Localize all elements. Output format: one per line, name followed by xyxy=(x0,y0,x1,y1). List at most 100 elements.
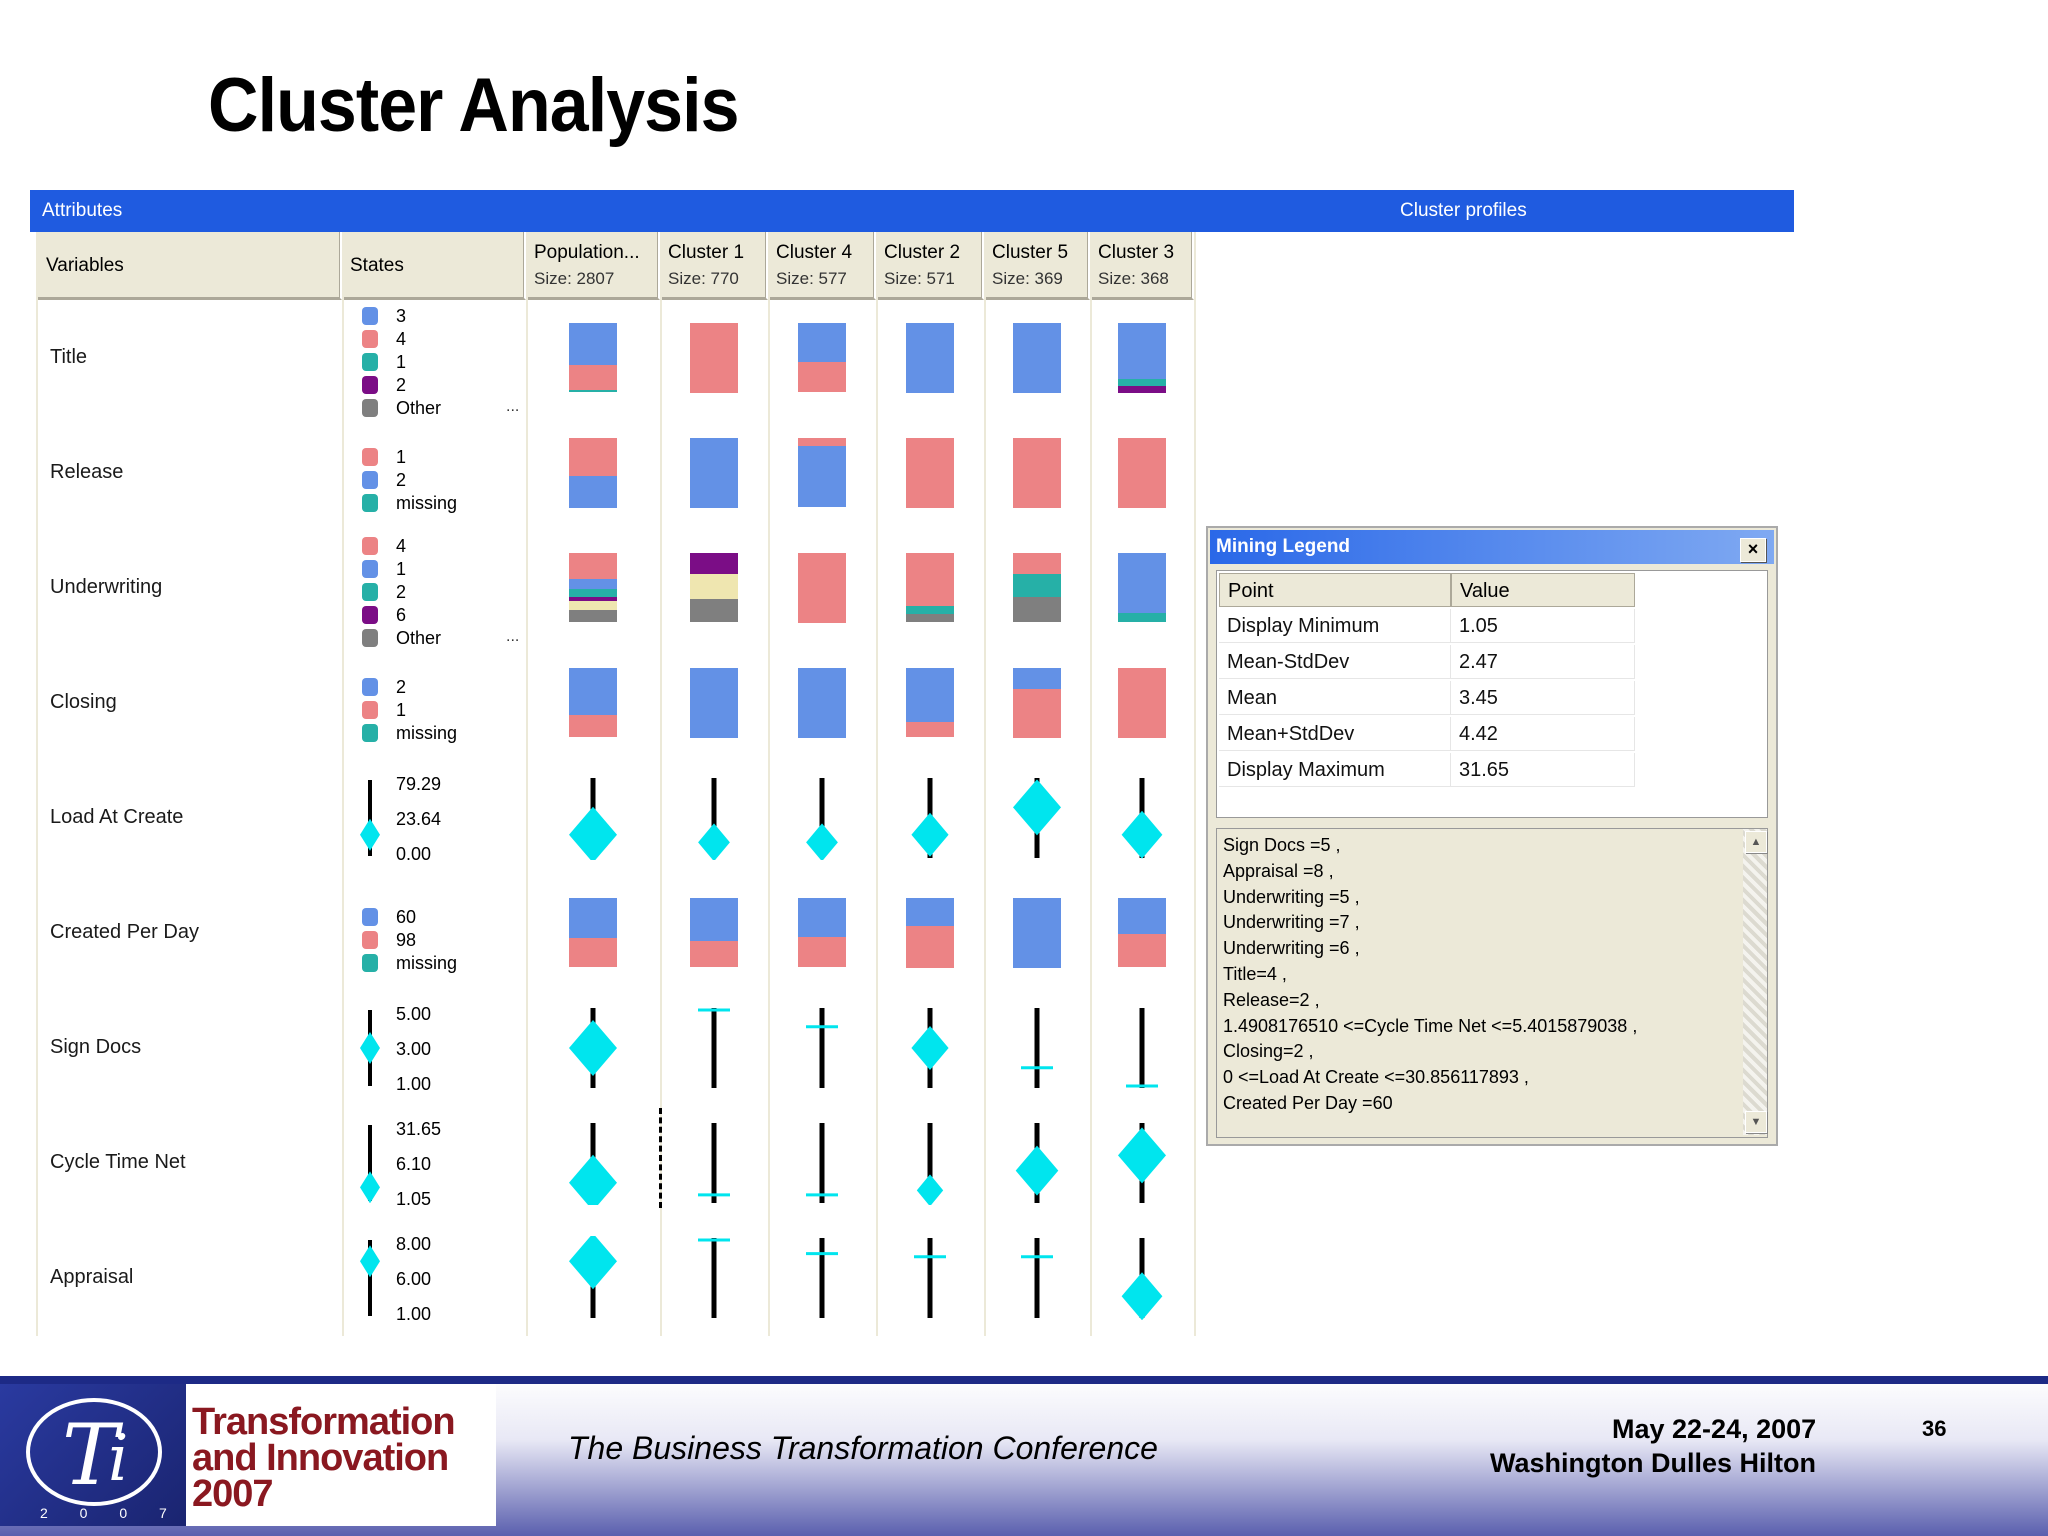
bar-segment xyxy=(690,437,738,508)
cluster-range-marker[interactable] xyxy=(1112,1236,1172,1320)
cluster-profile-bar[interactable] xyxy=(690,552,738,623)
cluster-range-marker[interactable] xyxy=(684,776,744,860)
cluster-profile-bar[interactable] xyxy=(1118,897,1166,968)
bar-segment xyxy=(1013,897,1061,968)
cluster-range-marker[interactable] xyxy=(1112,1006,1172,1090)
mining-legend-dialog[interactable]: Mining Legend × Point Value Display Mini… xyxy=(1206,526,1778,1146)
cluster-profile-bar[interactable] xyxy=(906,667,954,738)
cluster-range-marker[interactable] xyxy=(684,1236,744,1320)
state-color-swatch xyxy=(362,471,378,489)
legend-header-value[interactable]: Value xyxy=(1451,573,1635,607)
slide-title: Cluster Analysis xyxy=(208,63,740,148)
cluster-range-marker[interactable] xyxy=(792,1236,852,1320)
cluster-profile-bar[interactable] xyxy=(798,667,846,738)
column-header-states[interactable]: States xyxy=(342,232,526,300)
cluster-range-marker[interactable] xyxy=(563,1236,623,1320)
cluster-range-marker[interactable] xyxy=(1007,1006,1067,1090)
cluster-profile-bar[interactable] xyxy=(569,437,617,508)
cluster-profile-bar[interactable] xyxy=(798,897,846,968)
cluster-profile-bar[interactable] xyxy=(906,897,954,968)
close-icon: × xyxy=(1747,539,1759,559)
cluster-profile-bar[interactable] xyxy=(569,897,617,968)
mean-diamond xyxy=(911,1026,949,1070)
cluster-profile-bar[interactable] xyxy=(690,322,738,393)
cluster-profile-bar[interactable] xyxy=(690,897,738,968)
cluster-range-marker[interactable] xyxy=(900,1006,960,1090)
mean-diamond xyxy=(569,1020,617,1076)
cluster-range-marker[interactable] xyxy=(563,1006,623,1090)
mean-diamond xyxy=(911,812,949,857)
more-states-ellipsis[interactable]: ... xyxy=(506,398,519,416)
legend-value-cell: 4.42 xyxy=(1451,717,1635,751)
scrollbar[interactable]: ▲ ▼ xyxy=(1743,829,1767,1135)
cluster-range-marker[interactable] xyxy=(1007,1121,1067,1205)
state-label: 4 xyxy=(396,329,407,349)
cluster-profile-bar[interactable] xyxy=(1118,437,1166,508)
cluster-range-marker[interactable] xyxy=(1112,1121,1172,1205)
cluster-profile-bar[interactable] xyxy=(690,667,738,738)
cluster-profile-bar[interactable] xyxy=(569,322,617,393)
column-header-cluster[interactable]: Population... Size: 2807 xyxy=(526,232,660,300)
cluster-profile-bar[interactable] xyxy=(798,437,846,508)
cluster-range-marker[interactable] xyxy=(684,1121,744,1205)
range-legend-icon xyxy=(360,780,380,856)
cluster-profile-bar[interactable] xyxy=(906,322,954,393)
cluster-range-marker[interactable] xyxy=(792,1121,852,1205)
column-header-cluster[interactable]: Cluster 3 Size: 368 xyxy=(1090,232,1194,300)
rule-description-box[interactable]: Sign Docs =5 , Appraisal =8 , Underwriting… xyxy=(1216,828,1768,1138)
column-header-cluster[interactable]: Cluster 4 Size: 577 xyxy=(768,232,876,300)
cluster-profiles-label: Cluster profiles xyxy=(1400,200,1527,221)
state-label: 4 xyxy=(396,536,407,556)
cluster-profile-bar[interactable] xyxy=(1118,322,1166,393)
cluster-range-marker[interactable] xyxy=(900,1121,960,1205)
state-color-swatch xyxy=(362,908,378,926)
scale-label: 1.00 xyxy=(396,1304,432,1324)
cluster-range-marker[interactable] xyxy=(1007,776,1067,860)
cluster-profile-bar[interactable] xyxy=(1013,552,1061,623)
cluster-range-marker[interactable] xyxy=(900,776,960,860)
legend-point-cell: Mean+StdDev xyxy=(1219,717,1451,751)
column-separator xyxy=(1194,232,1196,1336)
legend-value-cell: 2.47 xyxy=(1451,645,1635,679)
cluster-profile-bar[interactable] xyxy=(569,667,617,738)
cluster-profile-bar[interactable] xyxy=(690,437,738,508)
cluster-range-marker[interactable] xyxy=(792,776,852,860)
more-states-ellipsis[interactable]: ... xyxy=(506,628,519,646)
cluster-profile-bar[interactable] xyxy=(1013,897,1061,968)
mean-diamond xyxy=(569,1236,617,1290)
variable-label: Cycle Time Net xyxy=(50,1150,186,1173)
mining-legend-titlebar[interactable]: Mining Legend × xyxy=(1210,530,1774,564)
scroll-up-icon[interactable]: ▲ xyxy=(1745,831,1767,853)
column-header-cluster[interactable]: Cluster 2 Size: 571 xyxy=(876,232,984,300)
cluster-profile-bar[interactable] xyxy=(906,437,954,508)
cluster-range-marker[interactable] xyxy=(792,1006,852,1090)
bar-segment xyxy=(1118,667,1166,738)
state-label: 2 xyxy=(396,375,407,395)
cluster-profile-bar[interactable] xyxy=(1118,667,1166,738)
column-header-variables[interactable]: Variables xyxy=(38,232,342,300)
cluster-profile-bar[interactable] xyxy=(569,552,617,623)
column-separator xyxy=(984,232,986,1336)
cluster-range-marker[interactable] xyxy=(1112,776,1172,860)
point-header-label: Point xyxy=(1228,580,1274,602)
rule-line: Sign Docs =5 , xyxy=(1223,835,1341,855)
cluster-size: Size: 571 xyxy=(884,269,955,288)
close-button[interactable]: × xyxy=(1740,538,1766,562)
cluster-profile-bar[interactable] xyxy=(1118,552,1166,623)
bar-segment xyxy=(1118,437,1166,508)
cluster-range-marker[interactable] xyxy=(563,1121,623,1205)
cluster-range-marker[interactable] xyxy=(563,776,623,860)
cluster-range-marker[interactable] xyxy=(900,1236,960,1320)
cluster-profile-bar[interactable] xyxy=(798,322,846,393)
cluster-range-marker[interactable] xyxy=(684,1006,744,1090)
column-header-cluster[interactable]: Cluster 5 Size: 369 xyxy=(984,232,1090,300)
cluster-profile-bar[interactable] xyxy=(1013,667,1061,738)
legend-header-point[interactable]: Point xyxy=(1219,573,1451,607)
cluster-profile-bar[interactable] xyxy=(1013,437,1061,508)
cluster-range-marker[interactable] xyxy=(1007,1236,1067,1320)
cluster-profile-bar[interactable] xyxy=(906,552,954,623)
cluster-profile-bar[interactable] xyxy=(1013,322,1061,393)
column-header-cluster[interactable]: Cluster 1 Size: 770 xyxy=(660,232,768,300)
scroll-down-icon[interactable]: ▼ xyxy=(1745,1111,1767,1133)
cluster-profile-bar[interactable] xyxy=(798,552,846,623)
